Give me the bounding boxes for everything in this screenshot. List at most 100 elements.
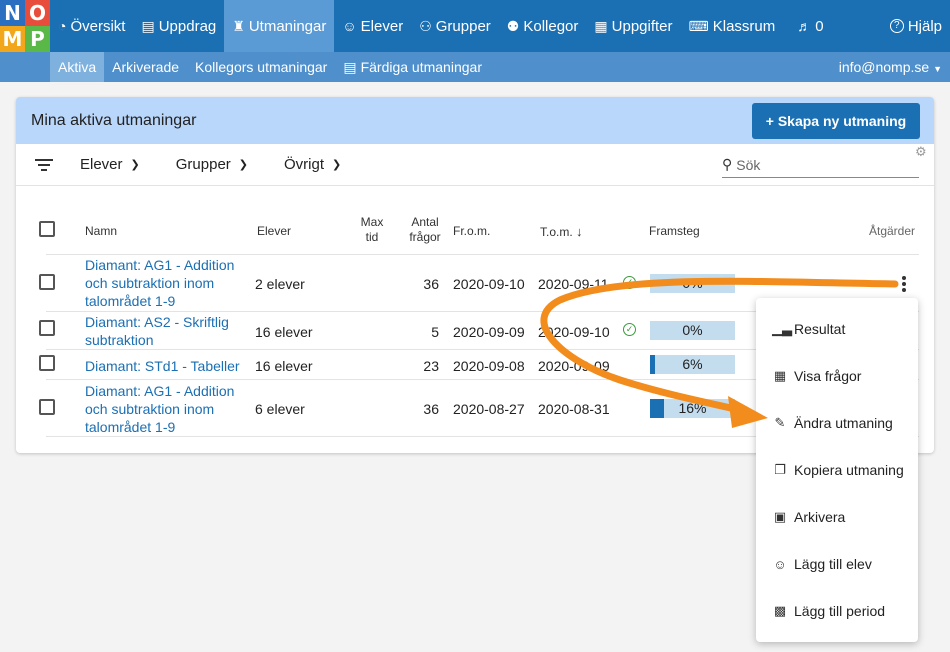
- header-to-label: T.o.m.: [540, 225, 573, 239]
- subnav-fardiga-utmaningar[interactable]: ▤ Färdiga utmaningar: [335, 52, 490, 82]
- menu-label: Ändra utmaning: [794, 415, 893, 431]
- nav-label: Kollegor: [523, 17, 579, 35]
- create-challenge-button[interactable]: + Skapa ny utmaning: [752, 102, 920, 139]
- menu-visa-fragor[interactable]: ▦ Visa frågor: [772, 368, 862, 384]
- row-checkbox[interactable]: [39, 320, 55, 336]
- filter-bar: Elever ❯ Grupper ❯ Övrigt ❯ ⚲ Sök ⚙: [16, 144, 934, 186]
- header-name[interactable]: Namn: [85, 224, 117, 238]
- chevron-down-icon: ❯: [130, 159, 140, 171]
- search-input[interactable]: ⚲ Sök: [722, 152, 919, 178]
- filter-label: Övrigt: [284, 156, 325, 173]
- select-all-checkbox[interactable]: [39, 221, 55, 237]
- filter-icon[interactable]: [34, 156, 54, 174]
- more-actions-icon[interactable]: [898, 274, 910, 296]
- menu-lagg-till-period[interactable]: ▩ Lägg till period: [772, 603, 885, 619]
- progress-fill: [650, 399, 664, 418]
- to-date: 2020-09-11: [538, 276, 609, 292]
- progress-bar: 6%: [650, 355, 735, 374]
- copy-icon: ❐: [774, 462, 786, 477]
- menu-andra-utmaning[interactable]: ✎ Ändra utmaning: [772, 415, 893, 431]
- from-date: 2020-09-08: [453, 358, 525, 374]
- filter-label: Grupper: [175, 156, 231, 173]
- logo-letter-p: P: [25, 26, 50, 52]
- to-date: 2020-09-10: [538, 324, 610, 340]
- bell-icon: ♬: [797, 18, 812, 34]
- edit-icon: ✎: [774, 415, 786, 430]
- progress-label: 16%: [678, 400, 707, 416]
- grid-icon: ▦: [594, 17, 608, 34]
- menu-arkivera[interactable]: ▣ Arkivera: [772, 509, 846, 525]
- subnav-kollegors-utmaningar[interactable]: Kollegors utmaningar: [187, 52, 335, 82]
- header-students[interactable]: Elever: [257, 224, 291, 238]
- chart-icon: ▁▃: [772, 321, 792, 336]
- header-questions[interactable]: Antal frågor: [404, 215, 446, 245]
- progress-label: 0%: [682, 322, 703, 338]
- check-circle-icon: ✓: [623, 323, 636, 336]
- card-header: Mina aktiva utmaningar + Skapa ny utmani…: [16, 97, 934, 144]
- menu-kopiera-utmaning[interactable]: ❐ Kopiera utmaning: [772, 462, 904, 478]
- top-navigation: N O M P ◔ Översikt ▤ Uppdrag ♜ Utmaningar ☺…: [0, 0, 950, 52]
- menu-label: Kopiera utmaning: [794, 462, 904, 478]
- nav-oversikt[interactable]: ◔ Översikt: [50, 0, 133, 52]
- challenge-link[interactable]: Diamant: AG1 - Addition och subtraktion …: [85, 382, 245, 436]
- from-date: 2020-09-10: [453, 276, 525, 292]
- filter-ovrigt[interactable]: Övrigt ❯: [284, 156, 341, 173]
- header-from[interactable]: Fr.o.m.: [453, 224, 490, 238]
- user-icon: ☺: [342, 18, 357, 34]
- nav-kollegor[interactable]: ⚉ Kollegor: [499, 0, 587, 52]
- filter-elever[interactable]: Elever ❯: [80, 156, 140, 173]
- search-placeholder: Sök: [736, 156, 761, 173]
- nav-label: Uppdrag: [158, 17, 217, 35]
- nav-utmaningar[interactable]: ♜ Utmaningar: [224, 0, 335, 52]
- search-icon: ⚲: [722, 156, 733, 172]
- nav-label: Hjälp: [907, 17, 942, 35]
- nav-elever[interactable]: ☺ Elever: [334, 0, 411, 52]
- menu-label: Lägg till period: [794, 603, 886, 619]
- header-to[interactable]: T.o.m. ↓: [540, 224, 583, 239]
- nav-grupper[interactable]: ⚇ Grupper: [411, 0, 499, 52]
- question-count: 23: [423, 358, 439, 374]
- gear-icon[interactable]: ⚙: [915, 144, 927, 160]
- nav-help[interactable]: ? Hjälp: [882, 0, 950, 52]
- nav-notifications[interactable]: ♬ 0: [789, 0, 831, 52]
- nomp-logo[interactable]: N O M P: [0, 0, 50, 52]
- menu-label: Arkivera: [794, 509, 846, 525]
- progress-label: 6%: [682, 356, 703, 372]
- row-checkbox[interactable]: [39, 274, 55, 290]
- filter-grupper[interactable]: Grupper ❯: [176, 156, 248, 173]
- trophy-icon: ♜: [232, 17, 245, 34]
- table-icon: ▦: [773, 368, 787, 383]
- header-max-time[interactable]: Max tid: [358, 215, 386, 245]
- to-date: 2020-09-09: [538, 358, 610, 374]
- row-checkbox[interactable]: [39, 399, 55, 415]
- from-date: 2020-09-09: [453, 324, 525, 340]
- challenge-link[interactable]: Diamant: AS2 - Skriftlig subtraktion: [85, 313, 245, 349]
- user-menu[interactable]: info@nomp.se ▼: [839, 59, 950, 75]
- menu-lagg-till-elev[interactable]: ☺ Lägg till elev: [772, 556, 872, 572]
- notification-count: 0: [815, 17, 824, 35]
- menu-resultat[interactable]: ▁▃ Resultat: [772, 321, 845, 337]
- question-count: 5: [431, 324, 439, 340]
- card-title: Mina aktiva utmaningar: [31, 111, 197, 129]
- menu-label: Visa frågor: [794, 368, 862, 384]
- nav-klassrum[interactable]: ⌨ Klassrum: [681, 0, 784, 52]
- logo-letter-m: M: [0, 26, 25, 52]
- caret-down-icon: ▼: [933, 64, 942, 74]
- classroom-icon: ⌨: [688, 17, 709, 34]
- challenge-link[interactable]: Diamant: AG1 - Addition och subtraktion …: [85, 256, 245, 310]
- subnav-aktiva[interactable]: Aktiva: [50, 52, 105, 82]
- book-icon: ▤: [141, 17, 155, 34]
- header-progress[interactable]: Framsteg: [649, 224, 700, 238]
- nav-uppgifter[interactable]: ▦ Uppgifter: [586, 0, 680, 52]
- chevron-down-icon: ❯: [332, 159, 342, 171]
- nav-label: Översikt: [70, 17, 126, 35]
- sort-arrow-icon: ↓: [576, 224, 583, 239]
- nav-uppdrag[interactable]: ▤ Uppdrag: [133, 0, 224, 52]
- subnav-arkiverade[interactable]: Arkiverade: [104, 52, 187, 82]
- logo-letter-o: O: [25, 0, 50, 26]
- logo-letter-n: N: [0, 0, 25, 26]
- add-user-icon: ☺: [773, 556, 787, 572]
- sub-navigation: Aktiva Arkiverade Kollegors utmaningar ▤…: [0, 52, 950, 82]
- row-checkbox[interactable]: [39, 355, 55, 371]
- menu-label: Lägg till elev: [794, 556, 872, 572]
